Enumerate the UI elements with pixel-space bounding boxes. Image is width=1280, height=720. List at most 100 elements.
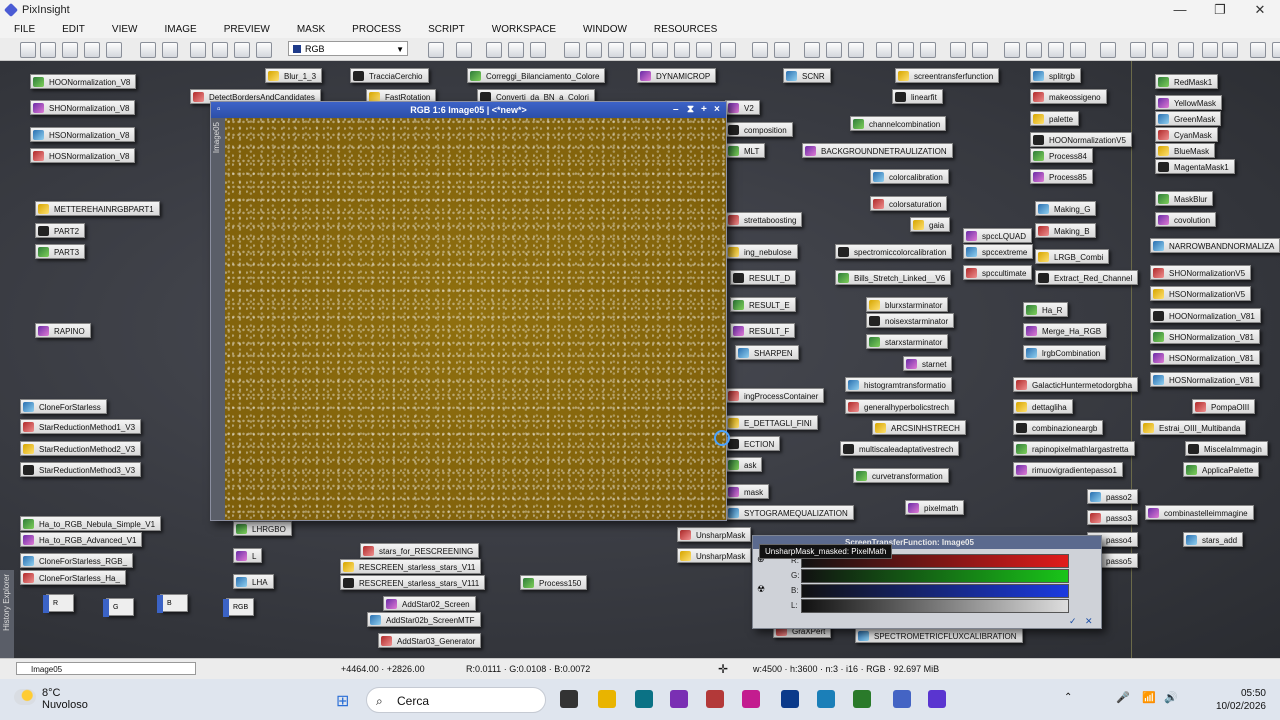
process-icon[interactable]: SHONormalization_V81 bbox=[1150, 329, 1260, 344]
process-icon[interactable]: L bbox=[233, 548, 263, 563]
process-icon[interactable]: StarReductionMethod1_V3 bbox=[20, 419, 142, 434]
process-icon[interactable]: Estrai_OIII_Multibanda bbox=[1140, 420, 1247, 435]
menu-process[interactable]: PROCESS bbox=[338, 24, 414, 35]
toolbar-tool-icon[interactable] bbox=[774, 42, 790, 58]
toolbar-tool-icon[interactable] bbox=[826, 42, 842, 58]
toolbar-tool-icon[interactable] bbox=[630, 42, 646, 58]
process-icon[interactable]: palette bbox=[1030, 111, 1080, 126]
process-icon[interactable]: ECTION bbox=[725, 436, 781, 451]
process-icon[interactable]: spectromiccolorcalibration bbox=[835, 244, 953, 259]
menu-mask[interactable]: MASK bbox=[283, 24, 338, 35]
process-icon[interactable]: starxstarminator bbox=[866, 334, 949, 349]
toolbar-tool-icon[interactable] bbox=[876, 42, 892, 58]
toolbar-tool-icon[interactable] bbox=[720, 42, 736, 58]
close-button[interactable]: ✕ bbox=[1240, 0, 1280, 20]
process-icon[interactable]: HOONormalizationV5 bbox=[1030, 132, 1132, 147]
chevron-up-icon[interactable]: ⌃ bbox=[1064, 692, 1072, 703]
stf-slider-l[interactable] bbox=[801, 599, 1069, 613]
process-icon[interactable]: NARROWBANDNORMALIZA bbox=[1150, 238, 1280, 253]
process-icon[interactable]: LRGB_Combi bbox=[1035, 249, 1110, 264]
process-icon[interactable]: PompaOIII bbox=[1192, 399, 1256, 414]
process-icon[interactable]: rimuovigradientepasso1 bbox=[1013, 462, 1123, 477]
auto-stretch-icon[interactable]: ☢ bbox=[757, 584, 765, 595]
process-icon[interactable]: starnet bbox=[903, 356, 953, 371]
process-icon[interactable]: PART2 bbox=[35, 223, 86, 238]
toolbar-tool-icon[interactable] bbox=[1004, 42, 1020, 58]
speaker-icon[interactable]: 🔊 bbox=[1164, 691, 1178, 704]
process-icon[interactable]: E_DETTAGLI_FINI bbox=[725, 415, 818, 430]
process-icon[interactable]: combinastelleimmagine bbox=[1145, 505, 1254, 520]
process-icon[interactable]: MagentaMask1 bbox=[1155, 159, 1235, 174]
process-icon[interactable]: PART3 bbox=[35, 244, 86, 259]
minimized-view-rgb[interactable]: RGB bbox=[223, 598, 254, 617]
toolbar-tool-icon[interactable] bbox=[1178, 42, 1194, 58]
process-icon[interactable]: MiscelaImmagin bbox=[1185, 441, 1268, 456]
toolbar-tool-icon[interactable] bbox=[1222, 42, 1238, 58]
taskbar-app-icon[interactable] bbox=[635, 690, 653, 708]
process-icon[interactable]: channelcombination bbox=[850, 116, 947, 131]
menu-image[interactable]: IMAGE bbox=[150, 24, 209, 35]
process-icon[interactable]: HSONormalization_V81 bbox=[1150, 350, 1260, 365]
process-icon[interactable]: AddStar02b_ScreenMTF bbox=[367, 612, 481, 627]
minimized-view-b[interactable]: B bbox=[157, 594, 188, 613]
process-icon[interactable]: V2 bbox=[725, 100, 760, 115]
taskbar-app-icon[interactable] bbox=[742, 690, 760, 708]
process-icon[interactable]: screentransferfunction bbox=[895, 68, 1000, 83]
process-icon[interactable]: BlueMask bbox=[1155, 143, 1216, 158]
process-icon[interactable]: HOONormalization_V8 bbox=[30, 74, 137, 89]
toolbar-tool-icon[interactable] bbox=[140, 42, 156, 58]
toolbar-tool-icon[interactable] bbox=[40, 42, 56, 58]
process-icon[interactable]: linearfit bbox=[892, 89, 943, 104]
toolbar-tool-icon[interactable] bbox=[752, 42, 768, 58]
image-window-title-bar[interactable]: RGB 1:6 Image05 | <*new*> ▫ – ⧗ + × bbox=[211, 102, 726, 118]
process-icon[interactable]: Ha_to_RGB_Advanced_V1 bbox=[20, 532, 143, 547]
toolbar-tool-icon[interactable] bbox=[586, 42, 602, 58]
wifi-icon[interactable]: 📶 bbox=[1142, 691, 1156, 704]
process-icon[interactable]: passo3 bbox=[1087, 510, 1138, 525]
stf-slider-g[interactable] bbox=[801, 569, 1069, 583]
minimize-icon[interactable]: – bbox=[673, 102, 679, 118]
process-icon[interactable]: SCNR bbox=[783, 68, 831, 83]
toolbar-tool-icon[interactable] bbox=[62, 42, 78, 58]
reset-icon[interactable]: ✕ bbox=[1085, 616, 1093, 627]
process-icon[interactable]: Process150 bbox=[520, 575, 588, 590]
process-icon[interactable]: StarReductionMethod2_V3 bbox=[20, 441, 142, 456]
minimized-view-r[interactable]: R bbox=[43, 594, 74, 613]
taskbar-app-icon[interactable] bbox=[853, 690, 871, 708]
toolbar-tool-icon[interactable] bbox=[106, 42, 122, 58]
process-icon[interactable]: rapinopixelmathlargastretta bbox=[1013, 441, 1135, 456]
toolbar-tool-icon[interactable] bbox=[848, 42, 864, 58]
process-icon[interactable]: GalacticHuntermetodorgbha bbox=[1013, 377, 1139, 392]
toolbar-tool-icon[interactable] bbox=[674, 42, 690, 58]
process-icon[interactable]: RESULT_F bbox=[730, 323, 796, 338]
menu-view[interactable]: VIEW bbox=[98, 24, 151, 35]
process-icon[interactable]: Process84 bbox=[1030, 148, 1093, 163]
process-icon[interactable]: colorcalibration bbox=[870, 169, 949, 184]
process-icon[interactable]: CloneForStarless_Ha_ bbox=[20, 570, 126, 585]
process-icon[interactable]: ApplicaPalette bbox=[1183, 462, 1260, 477]
menu-edit[interactable]: EDIT bbox=[48, 24, 98, 35]
toolbar-tool-icon[interactable] bbox=[920, 42, 936, 58]
rgb-channel-select[interactable]: RGB ▼ bbox=[288, 41, 408, 56]
history-explorer-tab[interactable]: History Explorer bbox=[0, 570, 14, 658]
process-icon[interactable]: Merge_Ha_RGB bbox=[1023, 323, 1108, 338]
process-icon[interactable]: CloneForStarless bbox=[20, 399, 107, 414]
shade-icon[interactable]: ⧗ bbox=[687, 102, 694, 118]
clock[interactable]: 05:50 10/02/2026 bbox=[1216, 687, 1266, 713]
process-icon[interactable]: RedMask1 bbox=[1155, 74, 1219, 89]
toolbar-tool-icon[interactable] bbox=[1272, 42, 1280, 58]
process-icon[interactable]: splitrgb bbox=[1030, 68, 1081, 83]
process-icon[interactable]: ing_nebulose bbox=[725, 244, 798, 259]
process-icon[interactable]: multiscaleadaptativestrech bbox=[840, 441, 960, 456]
maximize-button[interactable]: ❐ bbox=[1200, 0, 1240, 20]
process-icon[interactable]: generalhyperbolicstrech bbox=[845, 399, 955, 414]
process-icon[interactable]: strettaboosting bbox=[725, 212, 803, 227]
process-icon[interactable]: histogramtransformatio bbox=[845, 377, 952, 392]
process-icon[interactable]: spccLQUAD bbox=[963, 228, 1033, 243]
process-icon[interactable]: colorsaturation bbox=[870, 196, 948, 211]
toolbar-tool-icon[interactable] bbox=[1048, 42, 1064, 58]
process-icon[interactable]: HOSNormalization_V8 bbox=[30, 148, 136, 163]
process-icon[interactable]: lrgbCombination bbox=[1023, 345, 1107, 360]
toolbar-tool-icon[interactable] bbox=[696, 42, 712, 58]
toolbar-tool-icon[interactable] bbox=[898, 42, 914, 58]
